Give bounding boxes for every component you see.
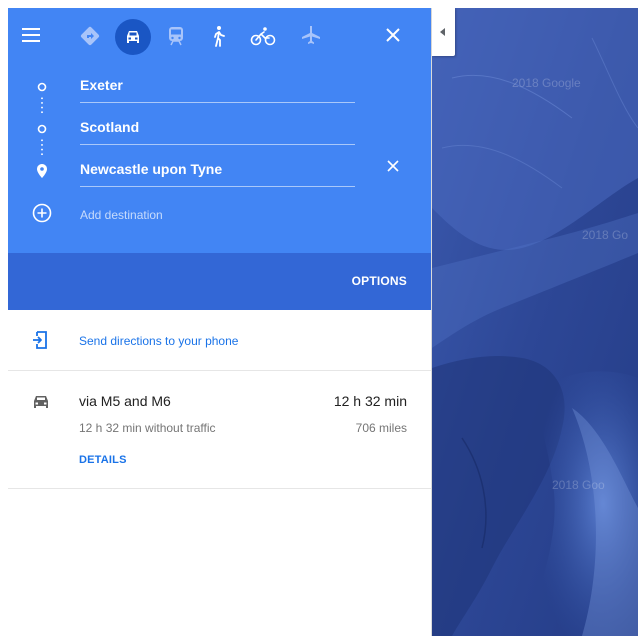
car-icon[interactable] (124, 28, 142, 46)
directions-icon[interactable] (80, 26, 100, 46)
walking-icon[interactable] (209, 25, 227, 47)
car-icon (34, 396, 48, 408)
stop-row-3 (80, 156, 355, 187)
maps-window: OPTIONS Send directions to your phone vi… (8, 8, 638, 636)
directions-panel: OPTIONS Send directions to your phone vi… (8, 8, 432, 636)
map-watermark: 2018 Goo (552, 478, 605, 492)
send-to-phone-icon (33, 331, 47, 349)
plane-icon[interactable] (301, 25, 321, 45)
destination-pin-icon (37, 164, 47, 178)
directions-header: OPTIONS (8, 8, 431, 310)
bicycle-icon[interactable] (250, 26, 276, 46)
route-dots (41, 97, 43, 114)
stop-row-2 (80, 114, 355, 145)
close-icon[interactable] (386, 28, 400, 42)
add-destination-input[interactable] (80, 204, 350, 226)
route-name: via M5 and M6 (79, 393, 171, 409)
satellite-terrain (432, 8, 638, 636)
route-distance: 706 miles (355, 421, 407, 435)
details-button[interactable]: DETAILS (79, 454, 127, 466)
options-button[interactable]: OPTIONS (352, 274, 407, 288)
options-bar: OPTIONS (8, 253, 431, 310)
route-option[interactable]: via M5 and M6 12 h 32 min 12 h 32 min wi… (8, 370, 431, 489)
map-canvas[interactable]: 2018 Google 2018 Go 2018 Goo (432, 8, 638, 636)
menu-icon[interactable] (22, 27, 40, 43)
destination-input[interactable] (80, 158, 340, 180)
map-watermark: 2018 Go (582, 228, 629, 242)
map-watermark: 2018 Google (512, 76, 581, 90)
send-to-phone-label: Send directions to your phone (79, 334, 239, 348)
chevron-left-icon (440, 28, 445, 36)
route-duration-no-traffic: 12 h 32 min without traffic (79, 421, 216, 435)
waypoint-circle-icon (37, 124, 47, 134)
stop-row-1 (80, 72, 355, 103)
origin-circle-icon (37, 82, 47, 92)
train-icon[interactable] (167, 26, 185, 46)
send-to-phone-row[interactable]: Send directions to your phone (8, 310, 431, 371)
remove-stop-icon[interactable] (387, 160, 399, 172)
route-duration: 12 h 32 min (333, 393, 407, 409)
collapse-panel-button[interactable] (432, 8, 455, 56)
route-dots (41, 139, 43, 156)
origin-input[interactable] (80, 74, 340, 96)
waypoint-input[interactable] (80, 116, 340, 138)
add-destination-icon[interactable] (32, 203, 52, 223)
